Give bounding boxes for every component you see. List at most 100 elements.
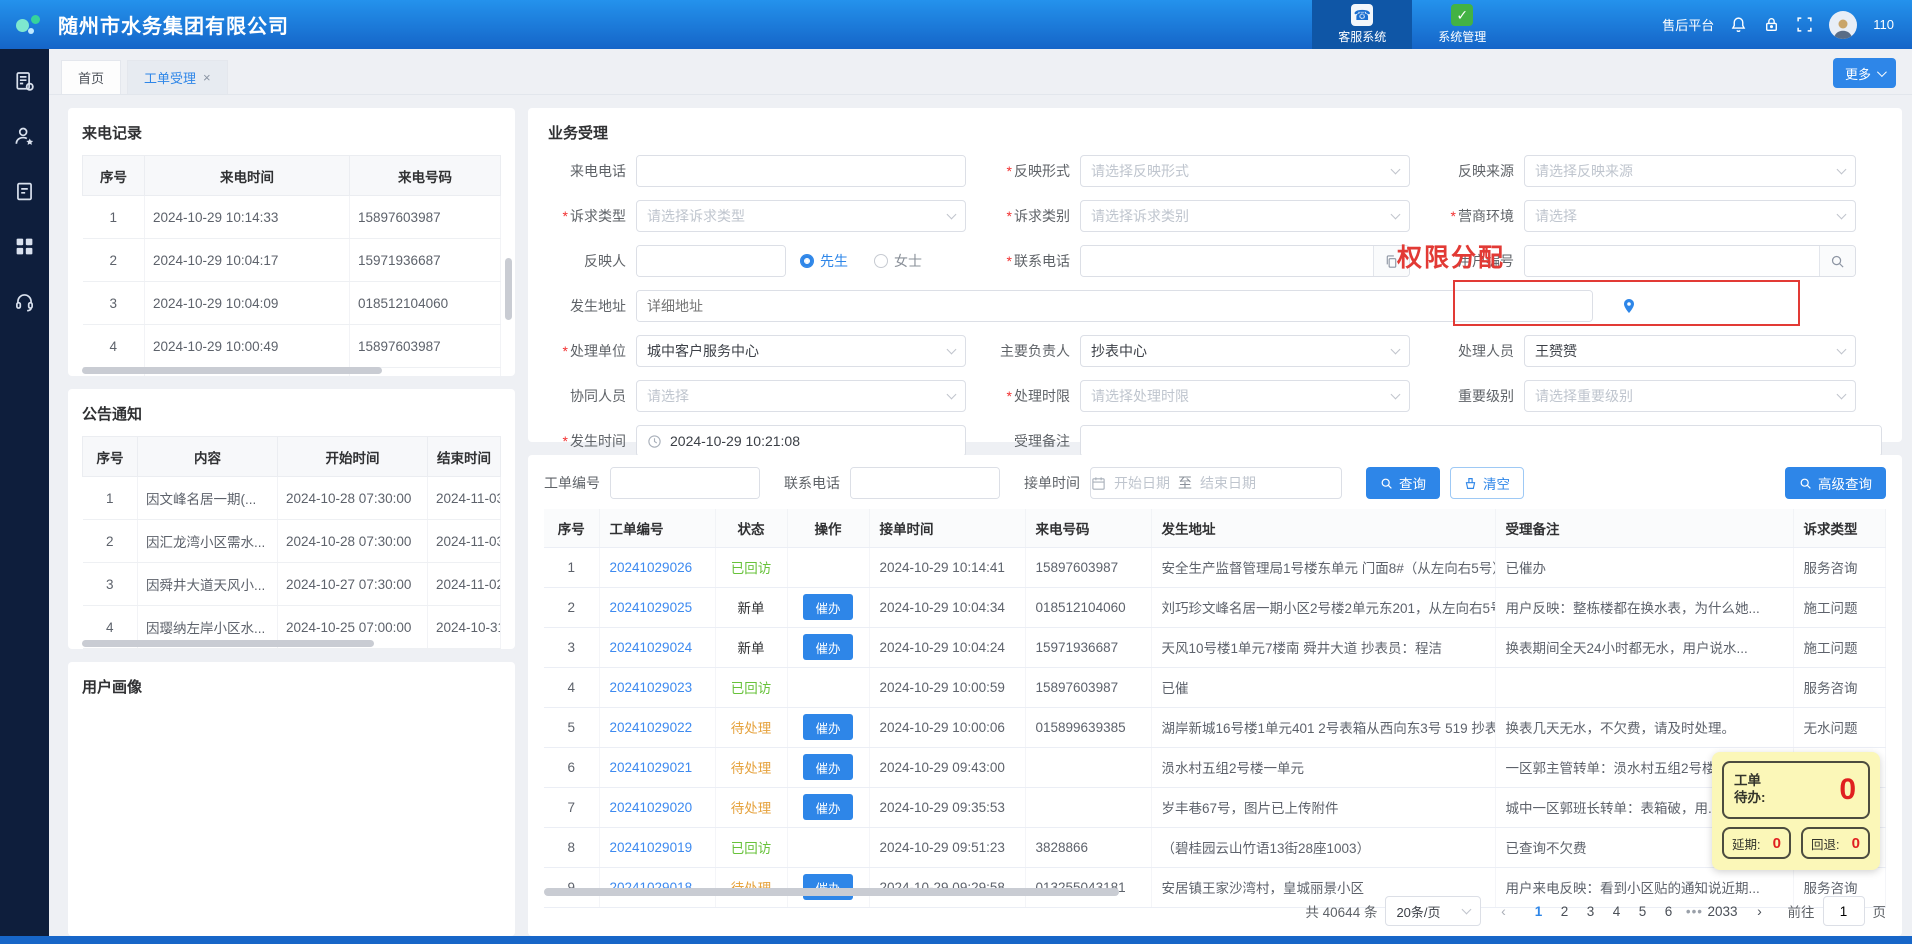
- company-name: 随州市水务集团有限公司: [58, 10, 1312, 39]
- tile-customer-service[interactable]: ☎ 客服系统: [1312, 0, 1412, 49]
- urge-button[interactable]: 催办: [803, 754, 852, 780]
- call-phone-input[interactable]: [637, 156, 965, 186]
- prev-page-icon[interactable]: ‹: [1489, 897, 1517, 925]
- location-pin-icon[interactable]: [1621, 298, 1637, 314]
- order-no-link[interactable]: 20241029019: [610, 840, 693, 855]
- horizontal-scrollbar[interactable]: [544, 888, 1119, 896]
- notice-row[interactable]: 2因汇龙湾小区需水...2024-10-28 07:30:002024-11-0…: [83, 520, 501, 563]
- clear-button[interactable]: 清空: [1450, 467, 1524, 499]
- delay-count-box[interactable]: 延期:0: [1722, 827, 1791, 859]
- filter-phone-input[interactable]: [851, 468, 1000, 498]
- radio-male[interactable]: 先生: [800, 251, 848, 271]
- page-number[interactable]: 4: [1603, 897, 1629, 925]
- urge-button[interactable]: 催办: [803, 714, 852, 740]
- urge-button[interactable]: 催办: [803, 634, 852, 660]
- chevron-down-icon: [1877, 67, 1887, 77]
- call-record-row[interactable]: 12024-10-29 10:14:3315897603987: [83, 196, 501, 239]
- filter-accept-time-label: 接单时间: [1024, 473, 1080, 493]
- user-number-input[interactable]: [1525, 246, 1819, 276]
- business-env-label: *营商环境: [1436, 206, 1524, 226]
- handle-limit-select[interactable]: 请选择处理时限: [1080, 380, 1410, 412]
- reporter-label: 反映人: [548, 251, 636, 271]
- headset-icon[interactable]: [14, 291, 35, 312]
- notice-row[interactable]: 3因舜井大道天风小...2024-10-27 07:30:002024-11-0…: [83, 563, 501, 606]
- todo-count-box[interactable]: 工单待办: 0: [1722, 761, 1870, 819]
- icon-sidebar: [0, 49, 49, 944]
- todo-popup[interactable]: 工单待办: 0 延期:0 回退:0: [1712, 752, 1880, 870]
- work-order-config-icon[interactable]: [14, 71, 35, 92]
- reflect-source-select[interactable]: 请选择反映来源: [1524, 155, 1856, 187]
- address-input[interactable]: [637, 291, 1592, 321]
- page-number[interactable]: 2: [1551, 897, 1577, 925]
- pagination-bar: 共 40644 条 20条/页 ‹ 123456•••2033 › 前往 页: [1305, 896, 1886, 926]
- close-tab-icon[interactable]: ×: [203, 70, 211, 85]
- contact-phone-input[interactable]: [1081, 246, 1373, 276]
- search-button[interactable]: 查询: [1366, 467, 1440, 499]
- page-number[interactable]: 2033: [1707, 897, 1737, 925]
- column-header: 诉求类型: [1793, 509, 1886, 547]
- order-no-link[interactable]: 20241029020: [610, 800, 693, 815]
- date-range-picker[interactable]: 开始日期 至 结束日期: [1090, 467, 1342, 499]
- page-size-select[interactable]: 20条/页: [1385, 896, 1481, 926]
- user-avatar[interactable]: [1829, 11, 1857, 39]
- more-button[interactable]: 更多: [1833, 58, 1896, 88]
- urge-button[interactable]: 催办: [803, 594, 852, 620]
- order-no-link[interactable]: 20241029021: [610, 760, 693, 775]
- page-number[interactable]: 5: [1629, 897, 1655, 925]
- page-number[interactable]: 6: [1655, 897, 1681, 925]
- urge-button[interactable]: 催办: [803, 794, 852, 820]
- order-no-link[interactable]: 20241029026: [610, 560, 693, 575]
- document-list-icon[interactable]: [14, 181, 35, 202]
- next-page-icon[interactable]: ›: [1746, 897, 1774, 925]
- appeal-category-label: *诉求类别: [992, 206, 1080, 226]
- order-no-link[interactable]: 20241029025: [610, 600, 693, 615]
- back-count-box[interactable]: 回退:0: [1801, 827, 1870, 859]
- page-ellipsis[interactable]: •••: [1681, 897, 1707, 925]
- appeal-type-select[interactable]: 请选择诉求类型: [636, 200, 966, 232]
- order-no-link[interactable]: 20241029022: [610, 720, 693, 735]
- column-header: 序号: [83, 156, 145, 196]
- radio-female[interactable]: 女士: [874, 251, 922, 271]
- call-record-row[interactable]: 42024-10-29 10:00:4915897603987: [83, 325, 501, 368]
- business-env-select[interactable]: 请选择: [1524, 200, 1856, 232]
- tile-system-management[interactable]: ✓ 系统管理: [1412, 0, 1512, 49]
- topbar: 随州市水务集团有限公司 ☎ 客服系统 ✓ 系统管理 售后平台: [0, 0, 1912, 49]
- urge-button[interactable]: 催办: [803, 874, 852, 900]
- handler-select[interactable]: 王赟赟: [1524, 335, 1856, 367]
- order-no-link[interactable]: 20241029024: [610, 640, 693, 655]
- tab-work-order[interactable]: 工单受理 ×: [127, 60, 228, 94]
- importance-select[interactable]: 请选择重要级别: [1524, 380, 1856, 412]
- horizontal-scrollbar[interactable]: [82, 367, 382, 374]
- filter-order-no-label: 工单编号: [544, 473, 600, 493]
- accept-note-input[interactable]: [1081, 426, 1881, 456]
- call-record-row[interactable]: 22024-10-29 10:04:1715971936687: [83, 239, 501, 282]
- aftersale-platform-link[interactable]: 售后平台: [1662, 15, 1714, 34]
- reporter-input[interactable]: [637, 246, 786, 276]
- advanced-search-button[interactable]: 高级查询: [1785, 467, 1886, 499]
- co-staff-select[interactable]: 请选择: [636, 380, 966, 412]
- vip-customer-icon[interactable]: [14, 126, 35, 147]
- goto-page-input[interactable]: [1823, 896, 1865, 926]
- search-icon[interactable]: [1819, 246, 1855, 276]
- lock-icon[interactable]: [1763, 16, 1780, 33]
- fullscreen-icon[interactable]: [1796, 16, 1813, 33]
- main-principal-select[interactable]: 抄表中心: [1080, 335, 1410, 367]
- page-number[interactable]: 3: [1577, 897, 1603, 925]
- tab-home[interactable]: 首页: [61, 60, 121, 94]
- call-record-row[interactable]: 32024-10-29 10:04:09018512104060: [83, 282, 501, 325]
- chevron-down-icon: [1391, 390, 1401, 400]
- horizontal-scrollbar[interactable]: [82, 640, 374, 647]
- handle-unit-select[interactable]: 城中客户服务中心: [636, 335, 966, 367]
- apps-grid-icon[interactable]: [14, 236, 35, 257]
- page-unit: 页: [1873, 901, 1887, 921]
- appeal-category-select[interactable]: 请选择诉求类别: [1080, 200, 1410, 232]
- reflect-form-select[interactable]: 请选择反映形式: [1080, 155, 1410, 187]
- bell-icon[interactable]: [1730, 16, 1747, 33]
- filter-order-no-input[interactable]: [611, 468, 760, 498]
- vertical-scrollbar[interactable]: [505, 258, 512, 320]
- page-number[interactable]: 1: [1525, 897, 1551, 925]
- order-no-link[interactable]: 20241029023: [610, 680, 693, 695]
- bottom-strip: [0, 936, 1912, 944]
- notice-row[interactable]: 1因文峰名居一期(...2024-10-28 07:30:002024-11-0…: [83, 477, 501, 520]
- column-header: 来电号码: [350, 156, 501, 196]
